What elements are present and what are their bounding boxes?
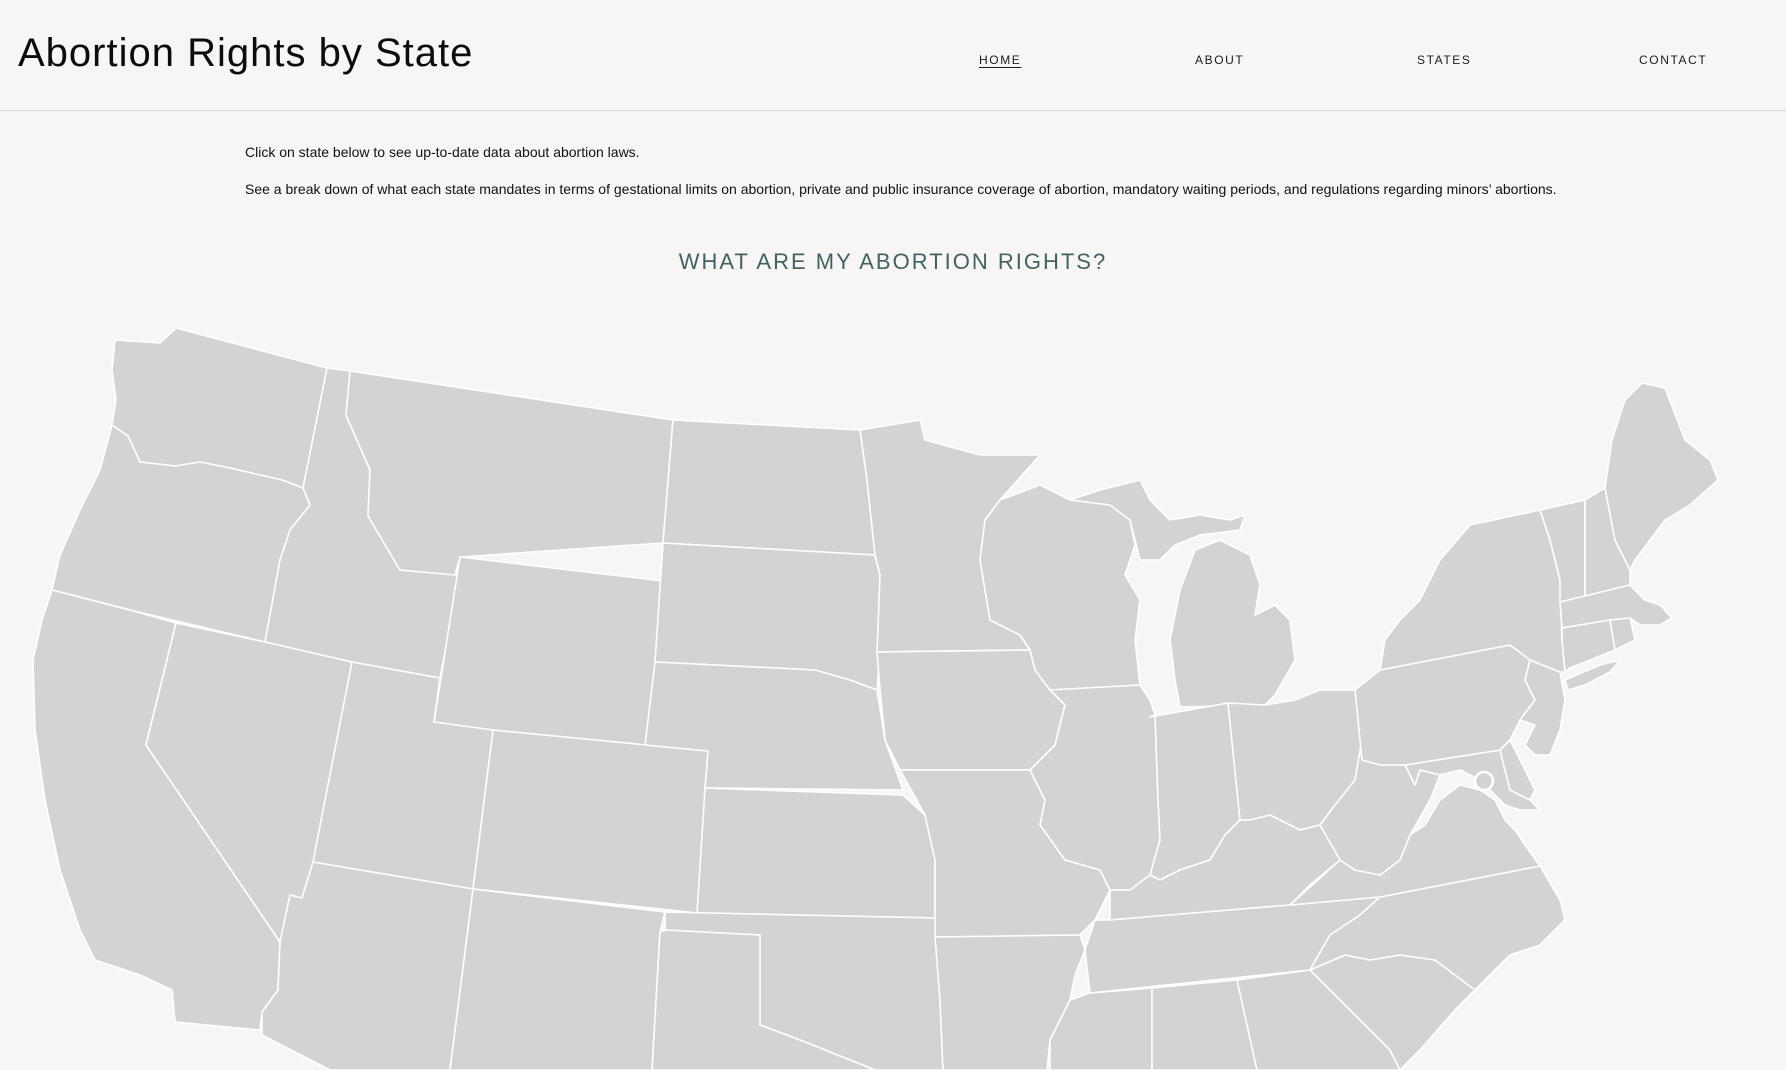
nav-home-link[interactable]: HOME bbox=[979, 50, 1021, 70]
us-map-svg bbox=[32, 327, 1719, 1070]
state-mi[interactable] bbox=[1169, 539, 1296, 708]
state-co[interactable] bbox=[472, 729, 709, 914]
page: Abortion Rights by State HOME ABOUT STAT… bbox=[0, 0, 1786, 1070]
state-wy[interactable] bbox=[433, 556, 664, 754]
state-ri[interactable] bbox=[1609, 617, 1636, 651]
nav-about-link[interactable]: ABOUT bbox=[1195, 50, 1244, 70]
nav-states-link[interactable]: STATES bbox=[1417, 50, 1472, 70]
state-ks[interactable] bbox=[696, 787, 936, 919]
us-map bbox=[0, 300, 1786, 1070]
state-nd[interactable] bbox=[662, 419, 876, 556]
section-heading: WHAT ARE MY ABORTION RIGHTS? bbox=[678, 249, 1108, 274]
site-header: Abortion Rights by State HOME ABOUT STAT… bbox=[0, 0, 1786, 111]
intro-description: See a break down of what each state mand… bbox=[245, 181, 1557, 197]
state-dc-marker[interactable] bbox=[1473, 770, 1495, 792]
intro-instruction: Click on state below to see up-to-date d… bbox=[245, 144, 640, 160]
state-mt[interactable] bbox=[345, 370, 674, 576]
main-nav: HOME ABOUT STATES CONTACT bbox=[0, 50, 1786, 70]
intro-text: Click on state below to see up-to-date d… bbox=[245, 141, 1645, 200]
nav-contact-link[interactable]: CONTACT bbox=[1639, 50, 1707, 70]
state-ny[interactable] bbox=[1379, 509, 1566, 673]
state-me[interactable] bbox=[1604, 382, 1719, 571]
state-nm[interactable] bbox=[449, 888, 666, 1070]
